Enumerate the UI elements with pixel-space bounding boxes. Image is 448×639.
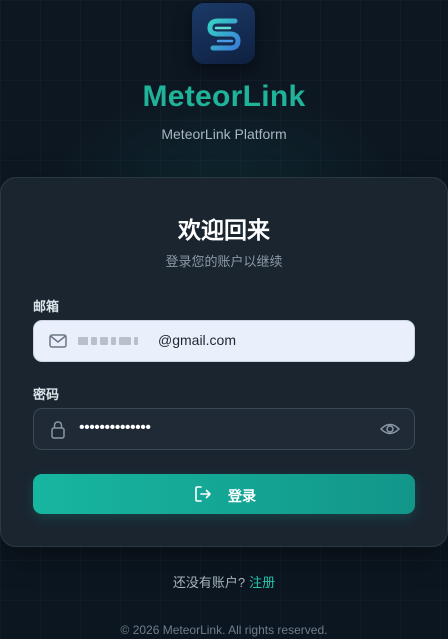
brand-name: MeteorLink <box>142 80 306 113</box>
mail-icon <box>49 333 67 354</box>
app-logo <box>192 3 255 64</box>
login-button[interactable]: 登录 <box>33 474 415 514</box>
register-link[interactable]: 注册 <box>249 575 275 590</box>
register-prompt: 还没有账户? 注册 <box>0 572 448 591</box>
login-icon <box>194 485 212 506</box>
footer-copyright: © 2026 MeteorLink. All rights reserved. <box>120 623 328 637</box>
password-field[interactable]: •••••••••••••• <box>33 408 415 450</box>
login-button-label: 登录 <box>228 488 256 504</box>
login-title: 欢迎回来 <box>178 217 270 243</box>
login-subtitle: 登录您的账户以继续 <box>165 254 283 269</box>
password-value: •••••••••••••• <box>79 419 151 436</box>
meteor-logo-icon <box>207 18 240 50</box>
email-value: @gmail.com <box>158 332 237 348</box>
password-label: 密码 <box>33 387 60 402</box>
brand-tagline: MeteorLink Platform <box>161 126 287 142</box>
redacted-email-prefix <box>78 334 138 348</box>
email-label: 邮箱 <box>33 299 60 314</box>
register-prompt-text: 还没有账户? <box>172 575 246 590</box>
lock-icon <box>50 420 66 444</box>
eye-icon[interactable] <box>379 422 401 441</box>
